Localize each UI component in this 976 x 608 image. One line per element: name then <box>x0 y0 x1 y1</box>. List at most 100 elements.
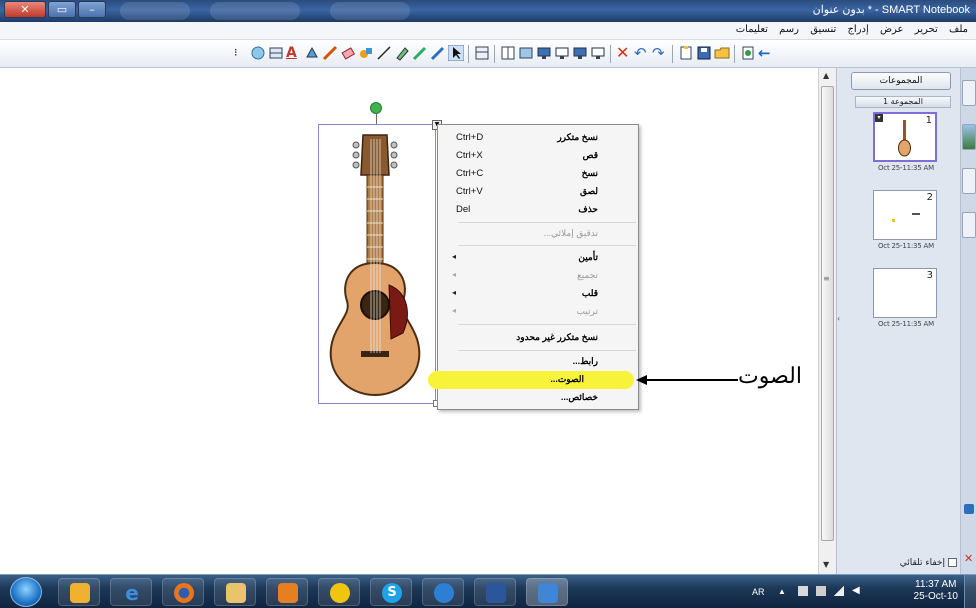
page-thumbnail-3[interactable]: 3 <box>873 268 937 318</box>
properties-tab-icon[interactable] <box>962 212 976 238</box>
highlighter-icon[interactable] <box>394 45 410 61</box>
insert-table-icon[interactable] <box>500 45 516 61</box>
menu-format[interactable]: تنسيق <box>806 22 840 37</box>
table-icon[interactable] <box>268 45 284 61</box>
volume-icon[interactable]: ◀ <box>852 586 862 596</box>
menu-item-infinite-cloner[interactable]: نسخ متكرر غير محدود <box>438 329 638 347</box>
auto-hide-checkbox[interactable] <box>948 558 957 567</box>
close-panel-icon[interactable]: ✕ <box>964 552 973 565</box>
network-icon[interactable] <box>834 586 844 596</box>
screen-capture-icon[interactable] <box>572 45 588 61</box>
undo-icon[interactable]: ↶ <box>634 45 650 61</box>
insert-picture-icon[interactable] <box>518 45 534 61</box>
taskbar-firefox[interactable] <box>162 578 204 606</box>
menu-help[interactable]: تعليمات <box>732 22 772 37</box>
submenu-arrow-icon: ◂ <box>452 306 457 315</box>
menu-item-copy[interactable]: Ctrl+C نسخ <box>438 165 638 183</box>
menu-item-group: ◂ تجميع <box>452 270 598 280</box>
menu-item-properties[interactable]: خصائص... <box>438 389 638 407</box>
magic-pen-icon[interactable] <box>250 45 266 61</box>
menu-item-delete[interactable]: Del حذف <box>438 201 638 219</box>
page-sorter-tab-icon[interactable] <box>962 80 976 106</box>
pen-blue-icon[interactable] <box>430 45 446 61</box>
clock[interactable]: 11:37 AM 25-Oct-10 <box>914 579 958 603</box>
dual-display-icon[interactable] <box>554 45 570 61</box>
show-hidden-icons-icon[interactable]: ▲ <box>778 587 786 596</box>
move-panel-icon[interactable] <box>964 504 974 514</box>
redo-icon[interactable]: ↷ <box>652 45 668 61</box>
context-menu: Ctrl+D نسخ متكرر Ctrl+X قص Ctrl+C نسخ Ctrl+… <box>428 124 639 410</box>
submenu-arrow-icon: ◂ <box>452 252 457 261</box>
full-screen-icon[interactable] <box>536 45 552 61</box>
scroll-thumb[interactable] <box>821 86 834 541</box>
selected-object-frame[interactable] <box>318 124 436 404</box>
save-icon[interactable] <box>696 45 712 61</box>
line-icon[interactable] <box>376 45 392 61</box>
canvas-scrollbar[interactable]: ▲ ▼ <box>818 68 836 574</box>
menu-view[interactable]: عرض <box>876 22 908 37</box>
group-header[interactable]: المجموعة 1 <box>855 96 951 108</box>
menu-item-cut[interactable]: Ctrl+X قص <box>438 147 638 165</box>
scroll-down-icon[interactable]: ▼ <box>823 560 829 569</box>
menu-draw[interactable]: رسم <box>775 22 803 37</box>
rotate-handle[interactable] <box>370 102 382 114</box>
menu-insert[interactable]: إدراج <box>843 22 872 37</box>
delete-icon[interactable]: ✕ <box>616 45 632 61</box>
taskbar-skype[interactable]: S <box>370 578 412 606</box>
toolbar-overflow-icon[interactable]: ⁝ <box>234 45 250 61</box>
panel-grip-icon[interactable]: ≡ <box>823 274 830 288</box>
taskbar-outlook[interactable] <box>58 578 100 606</box>
pen-green-icon[interactable] <box>412 45 428 61</box>
fill-icon[interactable] <box>304 45 320 61</box>
open-folder-icon[interactable] <box>714 45 730 61</box>
battery-icon[interactable] <box>816 586 826 596</box>
start-button[interactable] <box>10 577 42 607</box>
menu-item-flip[interactable]: ◂ قلب <box>438 285 638 303</box>
taskbar-app[interactable] <box>422 578 464 606</box>
taskbar-messenger[interactable] <box>318 578 360 606</box>
menu-edit[interactable]: تحرير <box>911 22 942 37</box>
menu-item-clone[interactable]: Ctrl+D نسخ متكرر <box>438 129 638 147</box>
previous-page-icon[interactable]: ← <box>758 45 774 61</box>
window-title: SMART Notebook - * بدون عنوان <box>812 4 970 16</box>
taskbar-internet-explorer[interactable]: e <box>110 578 152 606</box>
taskbar-media-player[interactable] <box>266 578 308 606</box>
page-sorter-panel: المجموعات المجموعة 1 1 ▾ Oct 25-11:35 AM… <box>823 68 960 574</box>
taskbar-explorer[interactable] <box>214 578 256 606</box>
document-camera-icon[interactable] <box>590 45 606 61</box>
firefox-icon <box>174 583 194 603</box>
taskbar-smart-notebook[interactable] <box>526 578 568 606</box>
submenu-arrow-icon: ◂ <box>452 288 457 297</box>
attachments-tab-icon[interactable] <box>962 168 976 194</box>
text-icon[interactable]: A <box>286 45 302 61</box>
menu-item-paste[interactable]: Ctrl+V لصق <box>438 183 638 201</box>
menu-item-link[interactable]: رابط... <box>438 353 638 371</box>
show-desktop-button[interactable] <box>964 575 976 608</box>
scroll-up-icon[interactable]: ▲ <box>823 71 829 80</box>
gallery-tab-icon[interactable] <box>962 124 976 150</box>
page-thumbnail-1[interactable]: 1 ▾ <box>873 112 937 162</box>
close-window-button[interactable]: ✕ <box>4 1 46 18</box>
guitar-image[interactable] <box>319 125 435 403</box>
eraser-icon[interactable] <box>340 45 356 61</box>
auto-hide-option[interactable]: إخفاء تلقائي <box>853 558 957 568</box>
select-pointer-icon[interactable] <box>447 44 465 62</box>
creative-pen-icon[interactable] <box>322 45 338 61</box>
menu-file[interactable]: ملف <box>945 22 972 37</box>
groups-button[interactable]: المجموعات <box>851 72 951 90</box>
screen-shade-icon[interactable] <box>474 45 490 61</box>
minimize-window-button[interactable]: – <box>78 1 106 18</box>
maximize-window-button[interactable]: ▭ <box>48 1 76 18</box>
panel-splitter-icon[interactable]: ‹ <box>837 314 840 323</box>
shapes-icon[interactable] <box>358 45 374 61</box>
taskbar-word[interactable] <box>474 578 516 606</box>
word-icon <box>486 583 506 603</box>
page-thumbnail-2[interactable]: 2 <box>873 190 937 240</box>
menu-item-sound[interactable]: الصوت... <box>428 371 634 389</box>
paste-icon[interactable] <box>678 45 694 61</box>
media-player-icon <box>278 583 298 603</box>
menu-item-lock[interactable]: ◂ تأمين <box>438 249 638 267</box>
language-indicator[interactable]: AR <box>752 587 765 597</box>
new-page-icon[interactable] <box>740 45 756 61</box>
flag-icon[interactable] <box>798 586 808 596</box>
